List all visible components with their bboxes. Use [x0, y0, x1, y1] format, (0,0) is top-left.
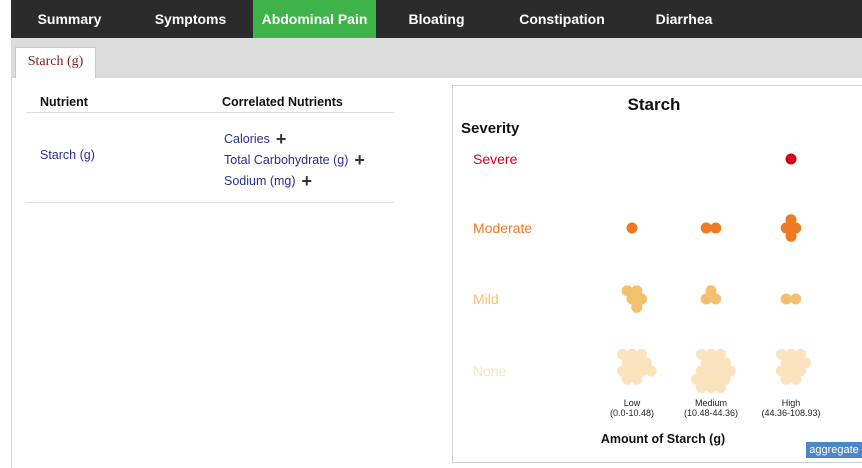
correlated-link-total-carbohydrate[interactable]: Total Carbohydrate (g) [224, 153, 348, 167]
tab-constipation[interactable]: Constipation [497, 0, 627, 38]
nutrient-header: Nutrient [40, 95, 88, 109]
tab-bloating[interactable]: Bloating [376, 0, 497, 38]
dot-none-high-11 [799, 357, 811, 369]
x-tick-range-medium: (10.48-44.36) [684, 408, 738, 418]
dot-moderate-medium-1 [700, 222, 712, 234]
aggregate-button[interactable]: aggregate [806, 442, 862, 458]
dot-none-medium-17 [691, 373, 703, 385]
dot-moderate-high-4 [785, 230, 797, 242]
tab-abdominal-pain[interactable]: Abdominal Pain [253, 0, 376, 38]
x-tick-label-low: Low [624, 398, 641, 408]
severity-label-severe: Severe [473, 151, 518, 167]
dot-none-high-5 [790, 373, 802, 385]
chart-panel: Starch Severity Severe Moderate Mild None Low(… [452, 85, 862, 463]
x-tick-label-high: High [782, 398, 801, 408]
dot-severe-high-1 [785, 153, 797, 165]
x-tick-range-high: (44.36-108.93) [761, 408, 820, 418]
add-total-carbohydrate-icon[interactable]: + [354, 151, 365, 169]
correlated-header: Correlated Nutrients [222, 95, 343, 109]
sub-tab-bar: Starch (g) [11, 38, 862, 78]
dot-mild-high-1 [780, 293, 792, 305]
dot-none-low-5 [631, 373, 643, 385]
dot-none-low-8 [616, 348, 628, 360]
table-header-divider [26, 112, 394, 113]
dot-none-medium-15 [705, 382, 717, 394]
nutrient-starch-link[interactable]: Starch (g) [40, 148, 95, 162]
dot-mild-low-5 [631, 301, 643, 313]
dot-moderate-high-3 [785, 214, 797, 226]
dot-none-low-7 [616, 365, 628, 377]
dot-none-medium-8 [695, 348, 707, 360]
left-border [11, 38, 12, 468]
x-tick-range-low: (0.0-10.48) [610, 408, 654, 418]
severity-label-mild: Mild [473, 291, 499, 307]
x-tick-label-medium: Medium [695, 398, 727, 408]
dot-none-high-9 [785, 348, 797, 360]
dot-none-low-9 [626, 348, 638, 360]
correlated-item-calories: Calories + [224, 128, 365, 149]
dot-none-high-8 [775, 348, 787, 360]
subtab-starch[interactable]: Starch (g) [15, 47, 96, 78]
severity-chart: StarchSeveritySevereModerateMildNoneLow(… [461, 95, 821, 446]
correlated-item-total-carbohydrate: Total Carbohydrate (g) + [224, 149, 365, 170]
correlated-link-sodium[interactable]: Sodium (mg) [224, 174, 296, 188]
x-axis-label: Amount of Starch (g) [601, 432, 725, 446]
y-axis-label: Severity [461, 120, 520, 137]
correlated-item-sodium: Sodium (mg) + [224, 170, 365, 191]
dot-none-medium-14 [715, 382, 727, 394]
dot-mild-high-2 [790, 293, 802, 305]
correlated-nutrients-list: Calories + Total Carbohydrate (g) + Sodi… [224, 128, 365, 191]
dot-moderate-medium-2 [710, 222, 722, 234]
tab-symptoms[interactable]: Symptoms [128, 0, 253, 38]
dot-none-medium-9 [705, 348, 717, 360]
severity-label-moderate: Moderate [473, 220, 532, 236]
correlated-link-calories[interactable]: Calories [224, 132, 270, 146]
chart-title: Starch [628, 95, 681, 114]
dot-moderate-low-1 [626, 222, 638, 234]
top-nav: Summary Symptoms Abdominal Pain Bloating… [11, 0, 862, 38]
tab-summary[interactable]: Summary [11, 0, 128, 38]
dot-mild-low-2 [621, 285, 633, 297]
dot-mild-medium-3 [705, 285, 717, 297]
dot-none-low-12 [645, 365, 657, 377]
dot-none-high-7 [775, 365, 787, 377]
tab-diarrhea[interactable]: Diarrhea [627, 0, 741, 38]
table-bottom-divider [26, 202, 394, 203]
severity-label-none: None [473, 363, 507, 379]
add-sodium-icon[interactable]: + [302, 172, 313, 190]
add-calories-icon[interactable]: + [276, 130, 287, 148]
